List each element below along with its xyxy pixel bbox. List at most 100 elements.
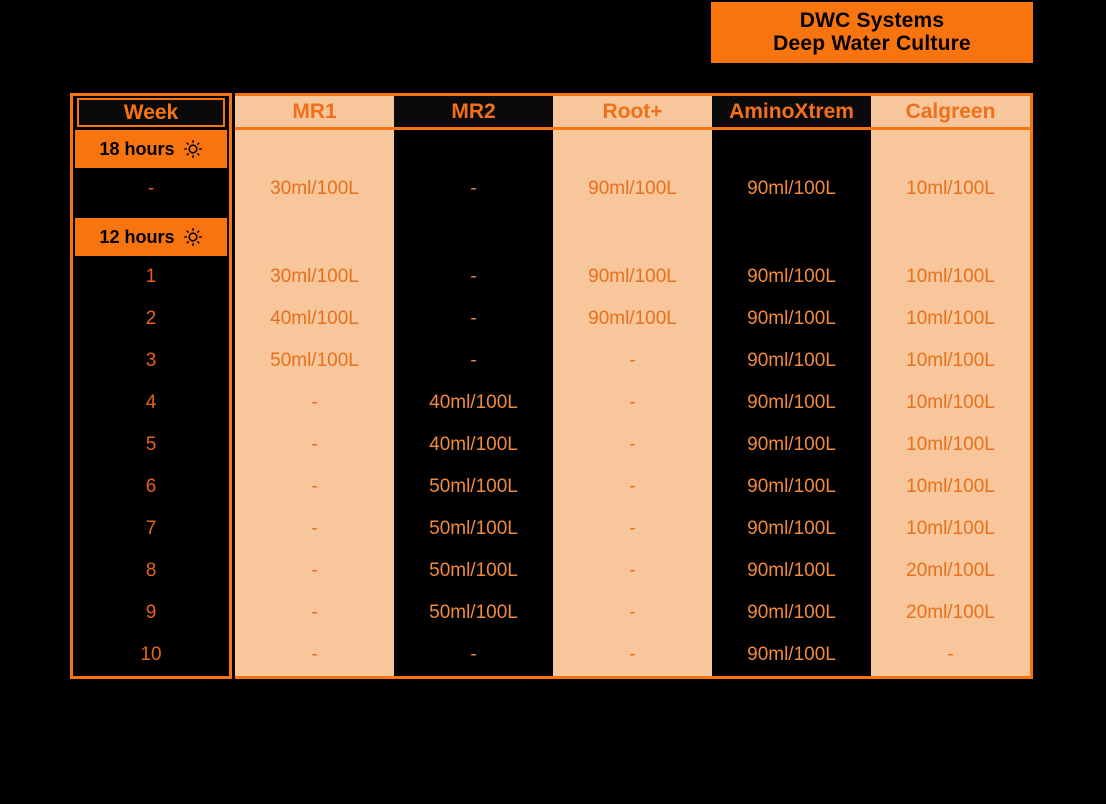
dosage-cell: - (470, 178, 477, 199)
dosage-cell: 10ml/100L (906, 178, 995, 199)
group-separator (73, 210, 229, 218)
group-separator (235, 210, 394, 218)
nutrient-column-calgreen: Calgreen 10ml/100L 10ml/100L 10ml/100L 10ml/… (871, 96, 1030, 676)
dosage-cell: 10ml/100L (906, 392, 995, 413)
band-filler (712, 218, 871, 256)
dosage-cell: - (947, 644, 954, 665)
dosage-cell: 20ml/100L (906, 602, 995, 623)
column-body: 30ml/100L 30ml/100L 40ml/100L 50ml/100L - - - -… (235, 130, 394, 676)
dosage-cell: 90ml/100L (747, 178, 836, 199)
week-number-cell: 4 (75, 382, 227, 424)
week-number-cell: 1 (75, 256, 227, 298)
title-block: DWC Systems Deep Water Culture (711, 2, 1033, 63)
dosage-cell: 90ml/100L (747, 602, 836, 623)
dosage-cell: 90ml/100L (588, 266, 677, 287)
dosage-cell: 90ml/100L (747, 476, 836, 497)
title-line-1: DWC Systems (799, 8, 945, 32)
dosage-cell: - (311, 434, 318, 455)
dosage-cell: 90ml/100L (588, 308, 677, 329)
week-number-cell: - (75, 168, 227, 210)
dosage-cell: 90ml/100L (747, 644, 836, 665)
week-number-cell: 7 (75, 508, 227, 550)
dosage-cell: - (311, 476, 318, 497)
nutrient-columns-area: MR1 30ml/100L 30ml/100L 40ml/100L 50ml/100L -… (235, 93, 1033, 679)
dosage-cell: 90ml/100L (747, 518, 836, 539)
dosage-cell: 40ml/100L (429, 392, 518, 413)
band-filler (553, 130, 712, 168)
dosage-cell: 10ml/100L (906, 350, 995, 371)
week-number-cell: 2 (75, 298, 227, 340)
photoperiod-band: 18 hours (75, 130, 227, 168)
dosage-cell: 90ml/100L (747, 350, 836, 371)
week-column-body: 18 hours - 12 hours 1 2 3 4 5 6 7 8 9 10 (73, 130, 229, 676)
week-number-cell: 3 (75, 340, 227, 382)
dosage-cell: - (629, 392, 636, 413)
dosage-cell: 90ml/100L (747, 560, 836, 581)
dosage-cell: - (470, 266, 477, 287)
dosage-cell: - (470, 308, 477, 329)
photoperiod-band: 12 hours (75, 218, 227, 256)
dosage-cell: 50ml/100L (429, 518, 518, 539)
sun-icon (183, 227, 203, 247)
week-number-cell: 5 (75, 424, 227, 466)
group-separator (394, 210, 553, 218)
dosage-cell: - (629, 434, 636, 455)
group-separator (871, 210, 1030, 218)
dosage-cell: 30ml/100L (270, 266, 359, 287)
band-filler (871, 130, 1030, 168)
dosage-cell: 90ml/100L (747, 308, 836, 329)
dosage-cell: - (470, 644, 477, 665)
week-column-header: Week (77, 98, 225, 127)
title-line-2: Deep Water Culture (773, 31, 971, 55)
dosage-cell: - (629, 476, 636, 497)
dosage-cell: 10ml/100L (906, 266, 995, 287)
band-filler (394, 130, 553, 168)
dosage-cell: 40ml/100L (270, 308, 359, 329)
band-filler (235, 130, 394, 168)
nutrient-column-aminoxtrem: AminoXtrem 90ml/100L 90ml/100L 90ml/100L 90m… (712, 96, 871, 676)
column-body: 90ml/100L 90ml/100L 90ml/100L - - - - - - - - (553, 130, 712, 676)
dosage-cell: 10ml/100L (906, 518, 995, 539)
dosage-cell: - (629, 602, 636, 623)
dosage-cell: - (311, 644, 318, 665)
dosage-cell: 50ml/100L (429, 476, 518, 497)
dosage-cell: 90ml/100L (747, 266, 836, 287)
nutrient-column-mr2: MR2 - - - - 40ml/100L 40ml/100L 50ml/100L 50ml/1… (394, 96, 553, 676)
dosage-cell: - (629, 518, 636, 539)
column-body: 10ml/100L 10ml/100L 10ml/100L 10ml/100L 10ml… (871, 130, 1030, 676)
dosage-cell: 10ml/100L (906, 434, 995, 455)
dosage-cell: 10ml/100L (906, 476, 995, 497)
band-filler (871, 218, 1030, 256)
nutrient-column-mr1: MR1 30ml/100L 30ml/100L 40ml/100L 50ml/100L -… (235, 96, 394, 676)
week-number-cell: 8 (75, 550, 227, 592)
photoperiod-label: 12 hours (99, 226, 175, 247)
column-header: MR2 (394, 96, 553, 130)
dosage-cell: 10ml/100L (906, 308, 995, 329)
dosage-cell: - (629, 644, 636, 665)
dosage-cell: 90ml/100L (588, 178, 677, 199)
dosage-cell: - (470, 350, 477, 371)
band-filler (553, 218, 712, 256)
dosage-cell: - (311, 602, 318, 623)
dosage-cell: 50ml/100L (270, 350, 359, 371)
dosage-cell: 90ml/100L (747, 434, 836, 455)
week-number-cell: 6 (75, 466, 227, 508)
column-body: 90ml/100L 90ml/100L 90ml/100L 90ml/100L 90ml… (712, 130, 871, 676)
band-filler (712, 130, 871, 168)
dosage-cell: - (311, 518, 318, 539)
column-body: - - - - 40ml/100L 40ml/100L 50ml/100L 50ml/100L… (394, 130, 553, 676)
band-filler (394, 218, 553, 256)
feeding-schedule-table: Week 18 hours -12 hours 1 2 3 4 5 6 7 8 9 10 MR1 30m… (70, 93, 1033, 679)
column-header: Calgreen (871, 96, 1030, 130)
dosage-cell: 20ml/100L (906, 560, 995, 581)
week-column: Week 18 hours - 12 hours 1 2 3 4 5 6 7 8 9 10 (70, 93, 232, 679)
dosage-cell: - (629, 560, 636, 581)
group-separator (712, 210, 871, 218)
dosage-cell: - (311, 560, 318, 581)
dosage-cell: 50ml/100L (429, 602, 518, 623)
photoperiod-label: 18 hours (99, 138, 175, 159)
nutrient-column-root-: Root+ 90ml/100L 90ml/100L 90ml/100L - - - - - - - - (553, 96, 712, 676)
week-number-cell: 10 (75, 634, 227, 676)
dosage-cell: 50ml/100L (429, 560, 518, 581)
dosage-cell: 90ml/100L (747, 392, 836, 413)
